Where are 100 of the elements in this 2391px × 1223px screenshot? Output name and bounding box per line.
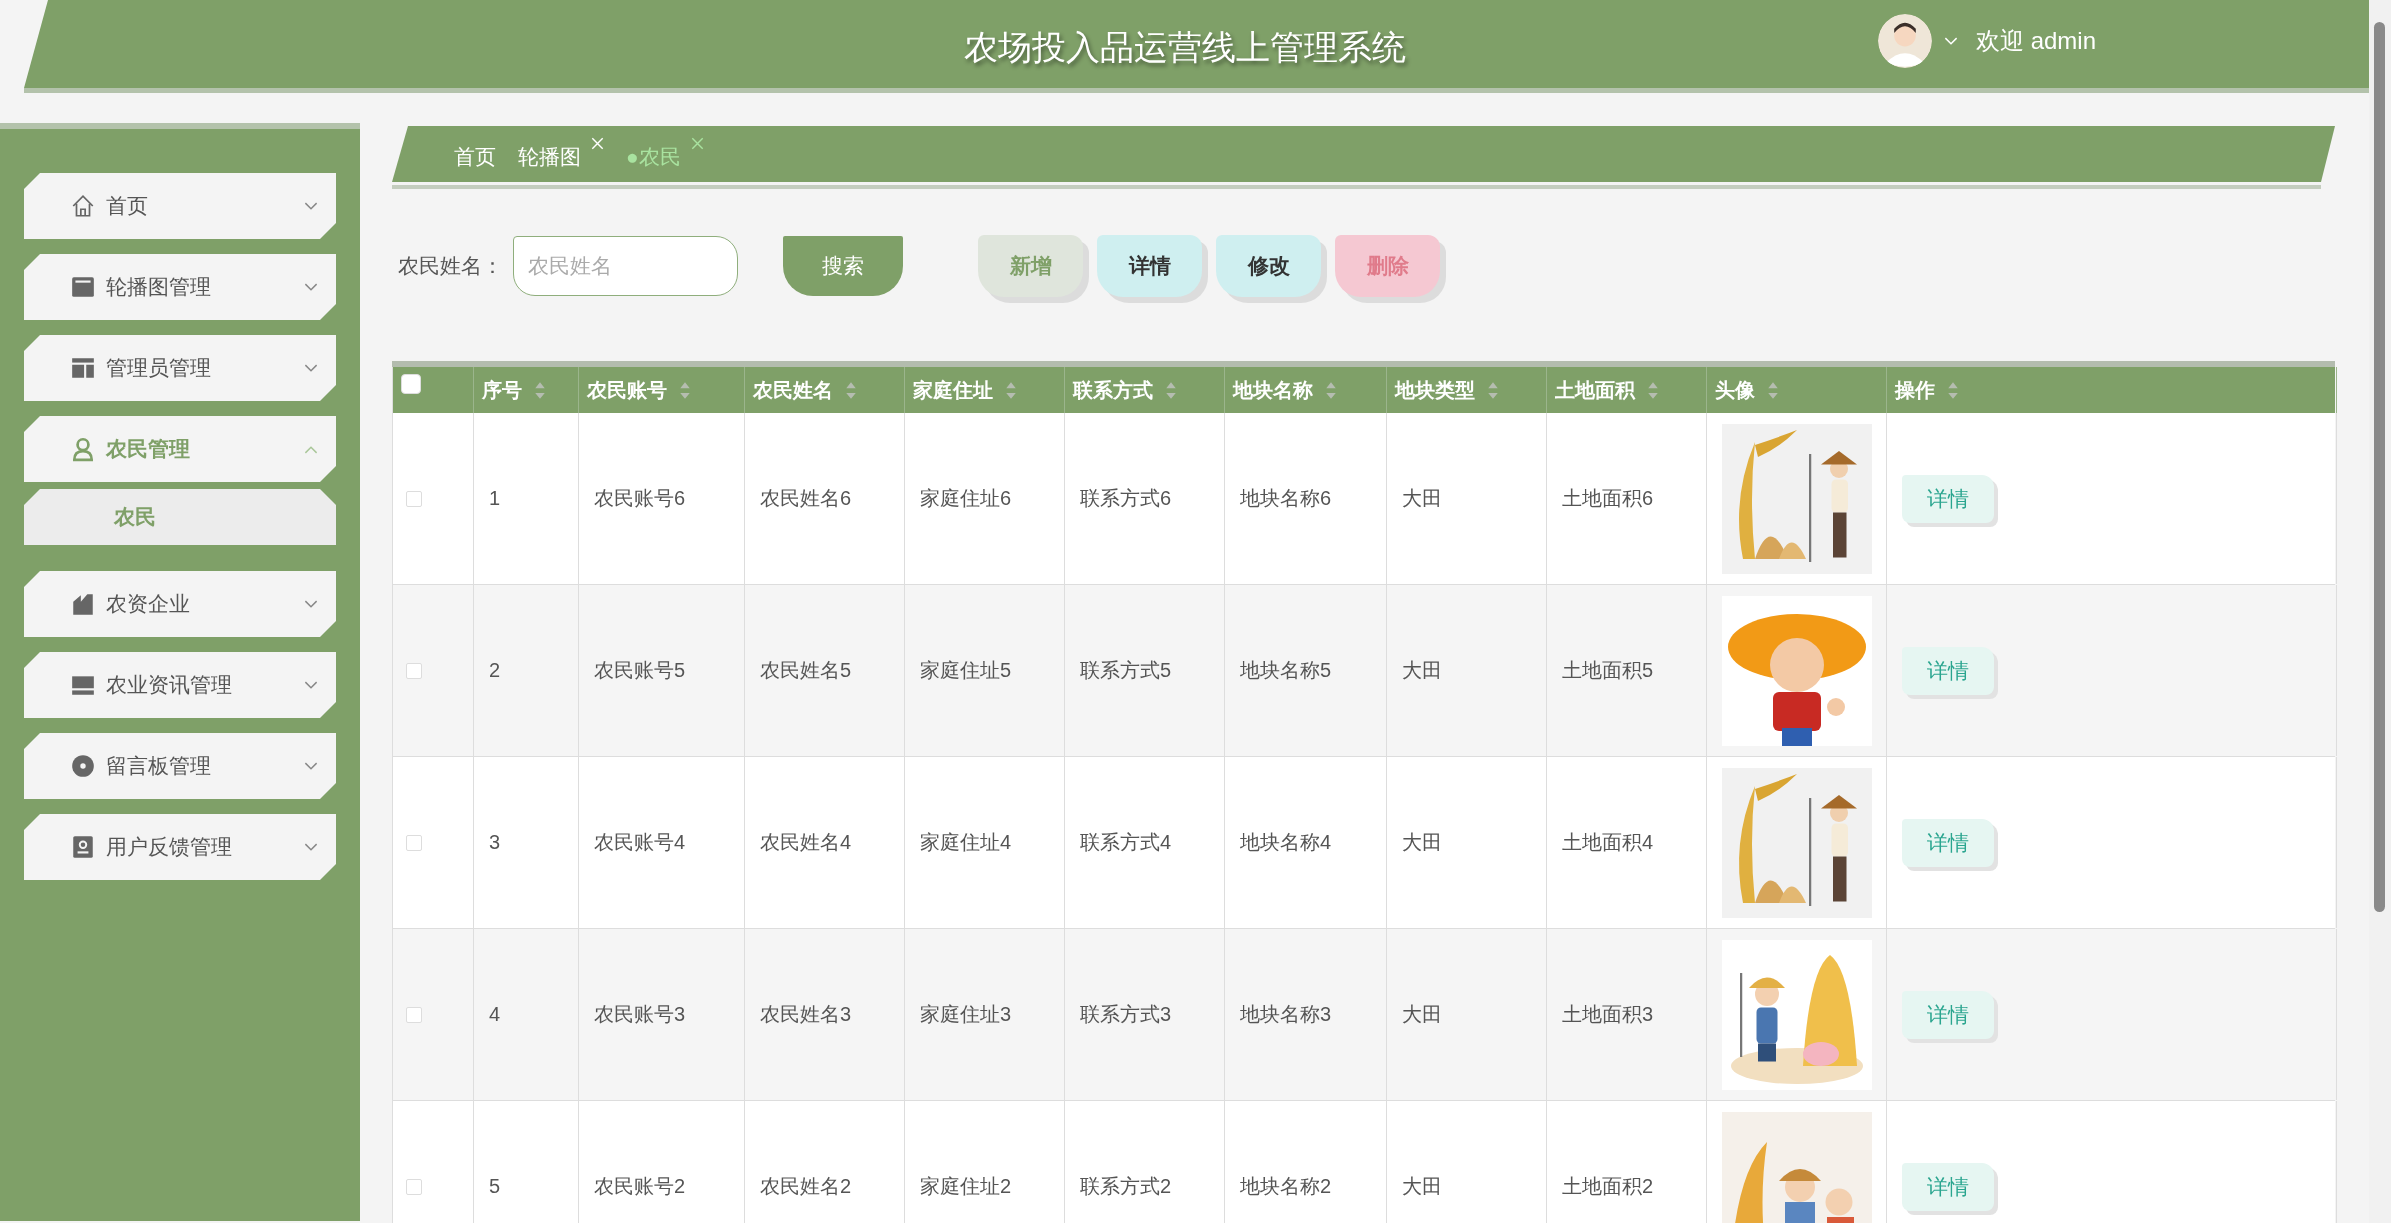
column-header[interactable]: 农民姓名 bbox=[753, 376, 833, 404]
tab[interactable]: 轮播图 bbox=[518, 137, 604, 171]
table-cell-text: 农民账号3 bbox=[594, 1002, 686, 1027]
table-cell-text: 家庭住址3 bbox=[920, 1002, 1012, 1027]
sort-icon[interactable] bbox=[1487, 380, 1499, 400]
menu-item[interactable]: 农业资讯管理 bbox=[24, 652, 336, 718]
caret-icon bbox=[304, 761, 318, 771]
tab[interactable]: ●农民 bbox=[626, 137, 704, 171]
table-cell-text: 地块名称5 bbox=[1240, 658, 1332, 683]
menu-item[interactable]: 用户反馈管理 bbox=[24, 814, 336, 880]
table-cell-text: 农民姓名4 bbox=[760, 830, 852, 855]
checkbox[interactable] bbox=[401, 374, 421, 394]
menu-item[interactable]: 留言板管理 bbox=[24, 733, 336, 799]
submenu-item[interactable]: 农民 bbox=[24, 489, 336, 545]
table-cell-text: 家庭住址6 bbox=[920, 486, 1012, 511]
caret-icon bbox=[304, 282, 318, 292]
search-label: 农民姓名： bbox=[398, 253, 503, 279]
table-cell-text: 联系方式2 bbox=[1080, 1174, 1172, 1199]
column-header[interactable]: 头像 bbox=[1715, 376, 1755, 404]
table-cell-text: 土地面积5 bbox=[1562, 658, 1654, 683]
sort-icon[interactable] bbox=[1005, 380, 1017, 400]
checkbox[interactable] bbox=[406, 1178, 422, 1195]
table-cell-text: 地块名称4 bbox=[1240, 830, 1332, 855]
table-cell: 1 bbox=[489, 487, 501, 510]
sort-icon[interactable] bbox=[1767, 380, 1779, 400]
table-cell-text: 大田 bbox=[1402, 830, 1442, 855]
checkbox[interactable] bbox=[406, 490, 422, 507]
table-cell-text: 农民账号6 bbox=[594, 486, 686, 511]
table-cell-text: 地块名称3 bbox=[1240, 1002, 1332, 1027]
table-cell-text: 大田 bbox=[1402, 1002, 1442, 1027]
welcome-text: 欢迎 admin bbox=[1976, 26, 2097, 56]
caret-icon bbox=[304, 363, 318, 373]
table-cell-text: 联系方式5 bbox=[1080, 658, 1172, 683]
caret-icon bbox=[304, 842, 318, 852]
column-header[interactable]: 家庭住址 bbox=[913, 376, 993, 404]
menu-item[interactable]: 轮播图管理 bbox=[24, 254, 336, 320]
table-cell-text: 土地面积2 bbox=[1562, 1174, 1654, 1199]
sort-icon[interactable] bbox=[534, 380, 546, 400]
checkbox[interactable] bbox=[406, 1006, 422, 1023]
table-cell: 4 bbox=[489, 1003, 501, 1026]
table-cell: 5 bbox=[489, 1175, 501, 1198]
menu-item[interactable]: 农民管理 bbox=[24, 416, 336, 482]
home-icon bbox=[70, 193, 96, 219]
table-cell-text: 联系方式6 bbox=[1080, 486, 1172, 511]
sort-icon[interactable] bbox=[1947, 380, 1959, 400]
menu-item[interactable]: 管理员管理 bbox=[24, 335, 336, 401]
image-icon bbox=[70, 274, 96, 300]
table-cell-text: 土地面积4 bbox=[1562, 830, 1654, 855]
table-cell-text: 土地面积3 bbox=[1562, 1002, 1654, 1027]
checkbox[interactable] bbox=[406, 834, 422, 851]
search-button[interactable]: 搜索 bbox=[783, 236, 903, 296]
caret-icon bbox=[304, 444, 318, 454]
column-header[interactable]: 操作 bbox=[1895, 376, 1935, 404]
caret-icon bbox=[304, 201, 318, 211]
table-cell: 3 bbox=[489, 831, 501, 854]
search-field[interactable]: 农民姓名 bbox=[513, 236, 738, 296]
disc-icon bbox=[70, 753, 96, 779]
menu-item[interactable]: 首页 bbox=[24, 173, 336, 239]
column-header[interactable]: 地块类型 bbox=[1395, 376, 1475, 404]
table-cell-text: 农民姓名3 bbox=[760, 1002, 852, 1027]
sort-icon[interactable] bbox=[1325, 380, 1337, 400]
table-cell-text: 农民姓名2 bbox=[760, 1174, 852, 1199]
table-cell: 2 bbox=[489, 659, 501, 682]
sort-icon[interactable] bbox=[845, 380, 857, 400]
table-cell-text: 大田 bbox=[1402, 1174, 1442, 1199]
column-header[interactable]: 地块名称 bbox=[1233, 376, 1313, 404]
caret-icon bbox=[304, 599, 318, 609]
table-cell-text: 地块名称2 bbox=[1240, 1174, 1332, 1199]
layout-icon bbox=[70, 355, 96, 381]
table-cell-text: 农民账号5 bbox=[594, 658, 686, 683]
table-cell-text: 农民账号4 bbox=[594, 830, 686, 855]
badge-icon bbox=[70, 834, 96, 860]
table-cell-text: 家庭住址2 bbox=[920, 1174, 1012, 1199]
column-header[interactable]: 土地面积 bbox=[1555, 376, 1635, 404]
table-cell-text: 农民姓名6 bbox=[760, 486, 852, 511]
table-cell-text: 土地面积6 bbox=[1562, 486, 1654, 511]
column-header[interactable]: 序号 bbox=[482, 376, 522, 404]
table-cell-text: 农民账号2 bbox=[594, 1174, 686, 1199]
caret-icon[interactable] bbox=[1944, 36, 1958, 46]
column-header[interactable]: 农民账号 bbox=[587, 376, 667, 404]
close-icon[interactable] bbox=[690, 137, 704, 150]
checkbox[interactable] bbox=[406, 662, 422, 679]
table-cell-text: 家庭住址5 bbox=[920, 658, 1012, 683]
table-cell-text: 地块名称6 bbox=[1240, 486, 1332, 511]
tab[interactable]: 首页 bbox=[454, 137, 496, 171]
table-cell-text: 农民姓名5 bbox=[760, 658, 852, 683]
table-cell-text: 大田 bbox=[1402, 658, 1442, 683]
person-icon bbox=[70, 436, 96, 462]
column-header[interactable]: 联系方式 bbox=[1073, 376, 1153, 404]
avatar-icon[interactable] bbox=[1878, 14, 1932, 68]
app-title: 农场投入品运营线上管理系统 bbox=[963, 27, 1406, 68]
sort-icon[interactable] bbox=[679, 380, 691, 400]
menu-item[interactable]: 农资企业 bbox=[24, 571, 336, 637]
table-cell-text: 家庭住址4 bbox=[920, 830, 1012, 855]
sort-icon[interactable] bbox=[1647, 380, 1659, 400]
table-cell-text: 大田 bbox=[1402, 486, 1442, 511]
caret-icon bbox=[304, 680, 318, 690]
sort-icon[interactable] bbox=[1165, 380, 1177, 400]
building-icon bbox=[70, 591, 96, 617]
table-cell-text: 联系方式4 bbox=[1080, 830, 1172, 855]
